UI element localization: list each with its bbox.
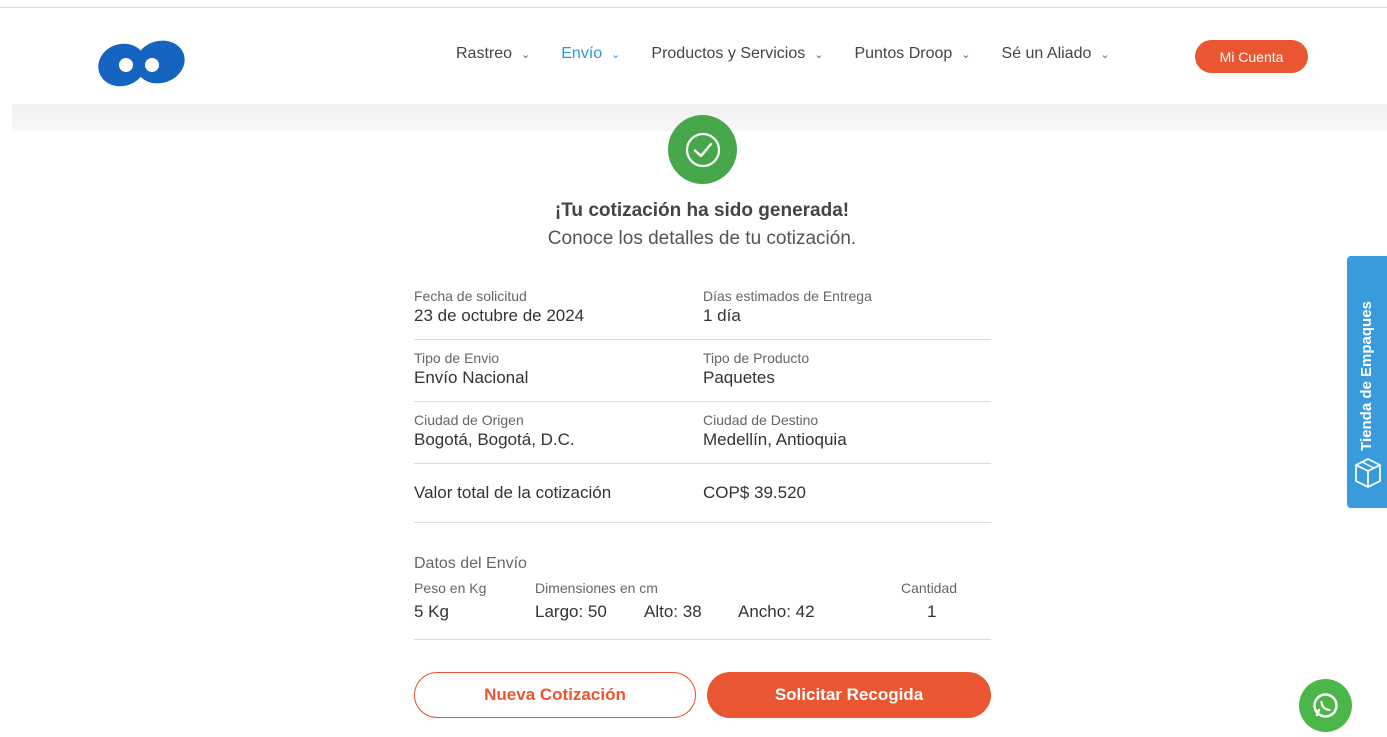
product-type-cell: Tipo de Producto Paquetes [703,350,809,388]
weight-value: 5 Kg [414,602,449,621]
packaging-store-label: Tienda de Empaques [1358,301,1375,451]
chevron-down-icon: ⌄ [814,48,824,61]
origin-cell: Ciudad de Origen Bogotá, Bogotá, D.C. [414,412,575,450]
detail-row-total: Valor total de la cotización COP$ 39.520 [414,463,991,523]
chevron-down-icon: ⌄ [611,48,621,61]
shipment-type-cell: Tipo de Envio Envío Nacional [414,350,528,388]
delivery-days-label: Días estimados de Entrega [703,288,872,304]
width-value: Ancho: 42 [738,602,815,621]
nav-label: Rastreo [456,45,513,62]
length-value: Largo: 50 [535,602,607,621]
whatsapp-button[interactable] [1299,679,1352,732]
chevron-down-icon: ⌄ [521,48,531,61]
request-date-cell: Fecha de solicitud 23 de octubre de 2024 [414,288,584,326]
nav-label: Productos y Servicios [651,45,806,62]
product-type-value: Paquetes [703,368,775,387]
origin-value: Bogotá, Bogotá, D.C. [414,430,575,449]
height-value: Alto: 38 [644,602,702,621]
success-badge [668,115,737,184]
check-icon [685,132,720,167]
main-nav: Rastreo ⌄ Envío ⌄ Productos y Servicios … [456,45,1141,63]
delivery-days-value: 1 día [703,306,741,325]
destination-value: Medellín, Antioquia [703,430,847,449]
quantity-label: Cantidad [901,580,958,596]
shipment-type-value: Envío Nacional [414,368,529,387]
confirmation-title: ¡Tu cotización ha sido generada! [554,200,850,221]
request-date-label: Fecha de solicitud [414,288,527,304]
request-pickup-button[interactable]: Solicitar Recogida [707,672,991,718]
destination-label: Ciudad de Destino [703,412,819,428]
detail-row-cities: Ciudad de Origen Bogotá, Bogotá, D.C. Ci… [414,401,991,464]
nav-label: Sé un Aliado [1001,45,1092,62]
nav-label: Envío [561,45,603,62]
detail-row-types: Tipo de Envio Envío Nacional Tipo de Pro… [414,339,991,402]
chevron-down-icon: ⌄ [961,48,971,61]
nav-se-un-aliado[interactable]: Sé un Aliado ⌄ [1002,45,1110,63]
new-quote-button[interactable]: Nueva Cotización [414,672,696,718]
shipment-divider [414,638,991,640]
total-value: COP$ 39.520 [703,483,807,502]
nav-productos-servicios[interactable]: Productos y Servicios ⌄ [651,45,823,63]
product-type-label: Tipo de Producto [703,350,810,366]
origin-label: Ciudad de Origen [414,412,524,428]
weight-label: Peso en Kg [414,580,487,596]
shipment-section-title: Datos del Envío [414,555,527,572]
destination-cell: Ciudad de Destino Medellín, Antioquia [703,412,847,450]
nav-envio[interactable]: Envío ⌄ [561,45,620,63]
packaging-store-tab[interactable]: Tienda de Empaques [1347,256,1387,508]
request-date-value: 23 de octubre de 2024 [414,306,585,325]
detail-row-dates: Fecha de solicitud 23 de octubre de 2024… [414,285,991,340]
nav-rastreo[interactable]: Rastreo ⌄ [456,45,530,63]
total-label: Valor total de la cotización [414,483,612,502]
box-icon [1355,458,1381,488]
whatsapp-icon [1313,693,1338,718]
chevron-down-icon: ⌄ [1100,48,1110,61]
shipment-type-label: Tipo de Envio [414,350,500,366]
confirmation-subtitle: Conoce los detalles de tu cotización. [547,228,857,249]
nav-label: Puntos Droop [854,45,953,62]
delivery-days-cell: Días estimados de Entrega 1 día [703,288,872,326]
quantity-value: 1 [927,602,937,621]
account-button[interactable]: Mi Cuenta [1195,40,1308,73]
dimensions-label: Dimensiones en cm [535,580,658,596]
nav-puntos-droop[interactable]: Puntos Droop ⌄ [854,45,970,63]
logo-icon[interactable] [96,39,188,87]
